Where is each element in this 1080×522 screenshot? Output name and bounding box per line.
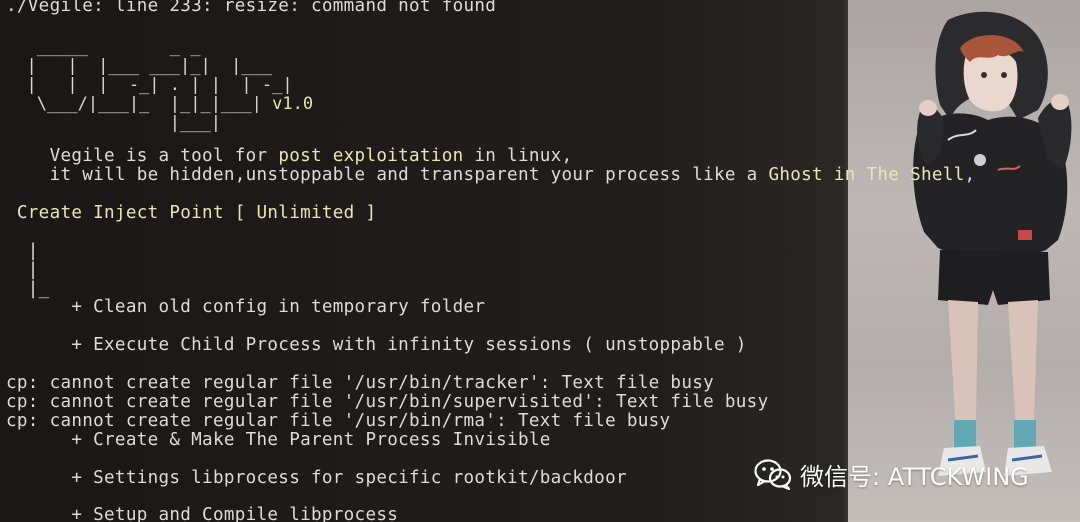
- step-settings: + Settings libprocess for specific rootk…: [6, 468, 627, 488]
- step-setup: + Setup and Compile libprocess: [6, 505, 399, 522]
- wallpaper-image: [848, 0, 1080, 522]
- cp-error-line: cp: cannot create regular file '/usr/bin…: [6, 392, 769, 412]
- step-invisible: + Create & Make The Parent Process Invis…: [6, 430, 551, 450]
- cp-error-line: cp: cannot create regular file '/usr/bin…: [6, 411, 671, 431]
- wechat-icon: [754, 458, 792, 491]
- step-clean: + Clean old config in temporary folder: [6, 297, 486, 317]
- banner-line-3: | | | -_| . | | | -_|: [6, 75, 293, 95]
- banner-line-4: \___/|___|_ |_|_|___|: [6, 94, 273, 114]
- anime-character-illustration: [913, 11, 1072, 476]
- inject-point-line: Create Inject Point [ Unlimited ]: [6, 203, 377, 223]
- error-line: ./Vegile: line 233: resize: command not …: [6, 0, 497, 16]
- version-label: v1.0: [272, 94, 314, 114]
- cp-error-line: cp: cannot create regular file '/usr/bin…: [6, 373, 715, 393]
- ascii-banner: _____ _ _ | | |___ ___|_| |___ | | | -_|…: [6, 38, 313, 133]
- terminal-window[interactable]: ./Vegile: line 233: resize: command not …: [0, 0, 1080, 522]
- banner-line-1: _____ _ _: [6, 37, 201, 57]
- banner-line-5: |___|: [6, 113, 221, 133]
- step-execute: + Execute Child Process with infinity se…: [6, 335, 747, 355]
- banner-line-2: | | |___ ___|_| |___: [6, 56, 273, 76]
- tree-pipe-1: |: [6, 241, 39, 261]
- tree-pipe-2: |: [6, 260, 39, 280]
- wechat-watermark: 微信号: ATTCKWING: [754, 456, 1029, 492]
- description-line-2: it will be hidden,unstoppable and transp…: [6, 165, 976, 185]
- watermark-text: 微信号: ATTCKWING: [800, 462, 1029, 491]
- description-line-1: Vegile is a tool for post exploitation i…: [6, 146, 573, 166]
